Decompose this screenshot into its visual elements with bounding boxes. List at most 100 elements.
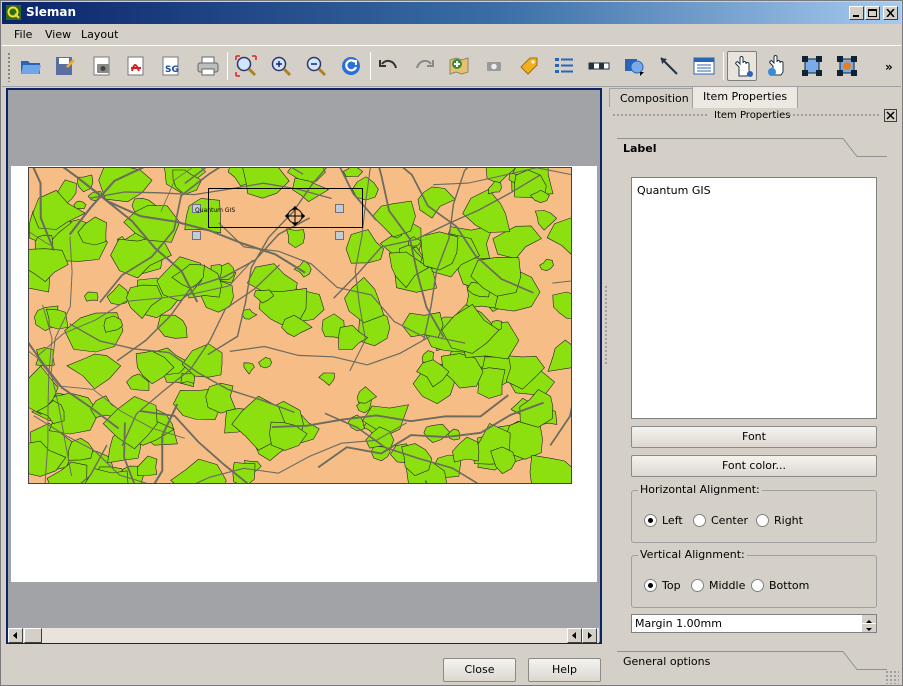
- tab-item-properties[interactable]: Item Properties: [692, 86, 799, 108]
- spin-down-button[interactable]: [862, 624, 876, 632]
- radio-indicator[interactable]: [691, 579, 704, 592]
- scroll-right-button[interactable]: [582, 628, 597, 643]
- add-scalebar-button[interactable]: [584, 51, 614, 81]
- print-button[interactable]: [193, 51, 223, 81]
- general-options-header[interactable]: General options: [617, 651, 889, 673]
- zoom-out-button[interactable]: [301, 51, 331, 81]
- title-bar: Sleman: [2, 2, 901, 24]
- selected-label-item[interactable]: Quantum GIS: [192, 204, 344, 240]
- spin-up-button[interactable]: [862, 615, 876, 623]
- export-svg-icon: SG: [162, 56, 179, 76]
- zoom-in-icon: [271, 56, 292, 77]
- tab-composition[interactable]: Composition: [609, 88, 700, 107]
- add-table-icon: [693, 57, 715, 75]
- section-outline: [617, 138, 887, 157]
- resize-handle[interactable]: [192, 231, 201, 240]
- export-pdf-button[interactable]: [121, 51, 151, 81]
- zoom-in-button[interactable]: [266, 51, 296, 81]
- dock-close-button[interactable]: [884, 109, 897, 122]
- svg-text:SG: SG: [165, 65, 179, 75]
- radio-indicator[interactable]: [644, 579, 657, 592]
- radio-center[interactable]: Center: [693, 514, 748, 527]
- ungroup-items-button[interactable]: [832, 51, 862, 81]
- add-legend-button[interactable]: [549, 51, 579, 81]
- radio-indicator[interactable]: [693, 514, 706, 527]
- redo-button[interactable]: [409, 51, 439, 81]
- font-color-button[interactable]: Font color...: [631, 455, 877, 477]
- group-items-button[interactable]: [797, 51, 827, 81]
- toolbar-separator: [227, 52, 228, 80]
- undo-icon: [379, 59, 397, 69]
- scroll-thumb[interactable]: [24, 628, 42, 643]
- menu-layout[interactable]: Layout: [81, 28, 118, 41]
- radio-indicator[interactable]: [751, 579, 764, 592]
- export-svg-button[interactable]: SG: [156, 51, 186, 81]
- add-label-icon: [520, 57, 538, 75]
- open-template-button[interactable]: [16, 51, 46, 81]
- composer-toolbar: SG »: [2, 45, 901, 87]
- add-label-button[interactable]: [514, 51, 544, 81]
- general-options-label: General options: [623, 655, 711, 668]
- redo-icon: [416, 59, 434, 69]
- label-text-value: Quantum GIS: [637, 184, 711, 197]
- size-grip[interactable]: [885, 670, 899, 684]
- composer-window: Sleman File View Layout SG » Quantum GIS…: [0, 0, 903, 686]
- export-image-icon: [93, 56, 110, 76]
- menu-bar: File View Layout: [2, 25, 901, 45]
- arrow-right-icon: [588, 632, 592, 639]
- label-item-text: Quantum GIS: [195, 207, 236, 214]
- zoom-full-button[interactable]: [231, 51, 261, 81]
- refresh-button[interactable]: [336, 51, 366, 81]
- save-template-button[interactable]: [50, 51, 80, 81]
- add-image-button[interactable]: [479, 51, 509, 81]
- close-window-button[interactable]: [883, 6, 898, 20]
- resize-handle[interactable]: [335, 204, 344, 213]
- label-text-input[interactable]: Quantum GIS: [631, 177, 877, 419]
- add-map-button[interactable]: [444, 51, 474, 81]
- radio-top[interactable]: Top: [644, 579, 681, 592]
- dock-splitter[interactable]: [604, 285, 608, 365]
- add-arrow-button[interactable]: [654, 51, 684, 81]
- margin-value: Margin 1.00mm: [635, 617, 722, 630]
- arrow-left-icon: [572, 632, 576, 639]
- close-button[interactable]: Close: [443, 658, 516, 682]
- radio-bottom[interactable]: Bottom: [751, 579, 809, 592]
- maximize-icon: [868, 9, 877, 17]
- add-scalebar-icon: [588, 62, 610, 70]
- label-section-header[interactable]: Label: [617, 138, 889, 160]
- dock-grip[interactable]: [788, 113, 880, 117]
- minimize-button[interactable]: [849, 6, 864, 20]
- radio-middle[interactable]: Middle: [691, 579, 745, 592]
- scroll-left-end-button[interactable]: [567, 628, 582, 643]
- move-cursor-icon: [285, 206, 305, 226]
- toolbar-overflow-button[interactable]: »: [885, 60, 893, 74]
- radio-indicator[interactable]: [756, 514, 769, 527]
- export-image-button[interactable]: [87, 51, 117, 81]
- radio-indicator[interactable]: [644, 514, 657, 527]
- margin-spinbox[interactable]: Margin 1.00mm: [631, 614, 877, 633]
- scroll-left-button[interactable]: [8, 628, 23, 643]
- radio-left[interactable]: Left: [644, 514, 683, 527]
- composer-canvas[interactable]: Quantum GIS: [6, 88, 602, 644]
- move-content-button[interactable]: [762, 51, 792, 81]
- add-shape-button[interactable]: [619, 51, 649, 81]
- horizontal-scrollbar[interactable]: [8, 628, 599, 643]
- zoom-out-icon: [306, 56, 327, 77]
- help-button[interactable]: Help: [528, 658, 601, 682]
- font-button[interactable]: Font: [631, 426, 877, 448]
- add-table-button[interactable]: [689, 51, 719, 81]
- print-icon: [197, 56, 219, 76]
- dock-grip[interactable]: [612, 113, 708, 117]
- maximize-button[interactable]: [865, 6, 880, 20]
- open-template-icon: [21, 61, 41, 74]
- resize-handle[interactable]: [335, 231, 344, 240]
- menu-file[interactable]: File: [14, 28, 32, 41]
- arrow-left-icon: [13, 632, 17, 639]
- undo-button[interactable]: [374, 51, 404, 81]
- dock-title-bar: Item Properties: [610, 108, 900, 124]
- select-move-item-button[interactable]: [727, 51, 757, 81]
- toolbar-grip[interactable]: [7, 52, 11, 82]
- menu-view[interactable]: View: [45, 28, 71, 41]
- dock-title: Item Properties: [714, 110, 791, 121]
- radio-right[interactable]: Right: [756, 514, 803, 527]
